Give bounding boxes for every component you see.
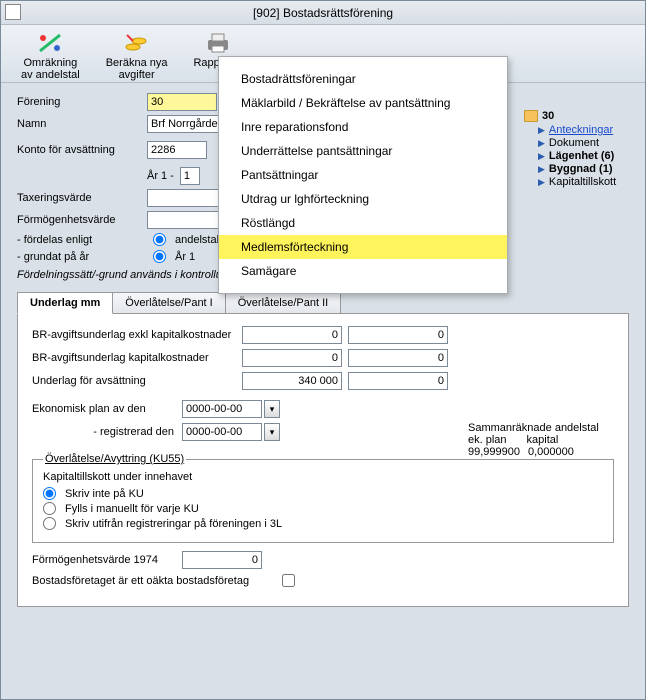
menu-item[interactable]: Utdrag ur lghförteckning [219,187,507,211]
ku55-legend: Överlåtelse/Avyttring (KU55) [43,453,186,465]
money-icon [123,31,151,55]
menu-item[interactable]: Inre reparationsfond [219,115,507,139]
percent-icon [36,31,64,55]
chevron-right-icon: ▶ [538,138,545,149]
radio-ar1[interactable] [153,250,166,263]
konto-input[interactable] [147,141,207,159]
underlag-b[interactable] [348,372,448,390]
titlebar: [902] Bostadsrättsförening [1,1,645,25]
tab-pant2[interactable]: Överlåtelse/Pant II [225,292,342,314]
menu-item[interactable]: Samägare [219,259,507,283]
tree-item-label[interactable]: Anteckningar [549,124,613,136]
tree-item[interactable]: ▶ Dokument [538,137,634,149]
date-ekplan[interactable] [182,400,262,418]
date-ekplan-dropdown[interactable]: ▾ [264,400,280,418]
label-bravg-exkl: BR-avgiftsunderlag exkl kapitalkostnader [32,329,242,341]
label-ar1: År 1 - [147,170,174,182]
chevron-right-icon: ▶ [538,164,545,175]
summary-val1: 99,999900 [468,446,520,458]
menu-item[interactable]: Medlemsförteckning [219,235,507,259]
label-bravg-kap: BR-avgiftsunderlag kapitalkostnader [32,352,242,364]
recalc-shares-button[interactable]: Omräkning av andelstal [17,29,84,83]
label-underlag: Underlag för avsättning [32,375,242,387]
window-sys-icon[interactable] [5,4,21,20]
label-forening: Förening [17,96,147,108]
tool-label: av andelstal [21,69,80,81]
label-namn: Namn [17,118,147,130]
menu-item[interactable]: Underrättelse pantsättningar [219,139,507,163]
radio-ku-manual[interactable] [43,502,56,515]
tab-underlag[interactable]: Underlag mm [17,292,113,314]
radio-andelstal[interactable] [153,233,166,246]
tree-item[interactable]: ▶ Anteckningar [538,124,634,136]
summary-col2: kapital [527,434,559,446]
tree-item[interactable]: ▶ Lägenhet (6) [538,150,634,162]
opt-andelstal: andelstal [175,234,219,246]
tree-item-label[interactable]: Byggnad (1) [549,163,613,175]
summary-head: Sammanräknade andelstal [468,422,618,434]
underlag-a[interactable] [242,372,342,390]
recalc-fees-button[interactable]: Beräkna nya avgifter [102,29,172,83]
summary-block: Sammanräknade andelstal ek. plan kapital… [468,422,618,458]
checkbox-oakta[interactable] [282,574,295,587]
kap-head: Kapitaltillskott under innehavet [43,471,603,483]
tab-pant1[interactable]: Överlåtelse/Pant I [112,292,225,314]
label-tax: Taxeringsvärde [17,192,147,204]
tree-item-label[interactable]: Dokument [549,137,599,149]
tool-label: Omräkning [23,57,77,69]
label-form74: Förmögenhetsvärde 1974 [32,554,182,566]
radio-ku-3l[interactable] [43,517,56,530]
bravg-exkl-b[interactable] [348,326,448,344]
date-reg-dropdown[interactable]: ▾ [264,423,280,441]
folder-icon [524,110,538,122]
menu-item[interactable]: Röstlängd [219,211,507,235]
radio-ku-skip[interactable] [43,487,56,500]
form74-input[interactable] [182,551,262,569]
menu-item[interactable]: Bostadrättsföreningar [219,67,507,91]
label-fordelas: - fördelas enligt [17,234,147,246]
label-grundat: - grundat på år [17,251,147,263]
bravg-exkl-a[interactable] [242,326,342,344]
tab-strip: Underlag mm Överlåtelse/Pant I Överlåtel… [17,291,629,313]
reports-menu: BostadrättsföreningarMäklarbild / Bekräf… [218,56,508,294]
nav-tree: 30 ▶ Anteckningar ▶ Dokument ▶ Lägenhet (6) ▶ B… [524,110,634,189]
tree-item[interactable]: ▶ Kapitaltillskott [538,176,634,188]
ar1-input[interactable] [180,167,200,185]
chevron-right-icon: ▶ [538,125,545,136]
bravg-kap-a[interactable] [242,349,342,367]
menu-item[interactable]: Pantsättningar [219,163,507,187]
opt-ar1: År 1 [175,251,195,263]
tree-item-label[interactable]: Kapitaltillskott [549,176,616,188]
tree-item-label[interactable]: Lägenhet (6) [549,150,614,162]
tree-root-label[interactable]: 30 [542,110,554,122]
tool-label: avgifter [119,69,155,81]
summary-col1: ek. plan [468,434,507,446]
label-ekplan: Ekonomisk plan av den [32,403,182,415]
tree-item[interactable]: ▶ Byggnad (1) [538,163,634,175]
window-title: [902] Bostadsrättsförening [253,6,393,20]
menu-item[interactable]: Mäklarbild / Bekräftelse av pantsättning [219,91,507,115]
label-konto: Konto för avsättning [17,144,147,156]
bravg-kap-b[interactable] [348,349,448,367]
label-formogen: Förmögenhetsvärde [17,214,147,226]
printer-icon [204,31,232,55]
chevron-right-icon: ▶ [538,151,545,162]
opt-ku-3l: Skriv utifrån registreringar på förening… [65,518,282,530]
label-registrerad: - registrerad den [32,426,182,438]
forening-input[interactable] [147,93,217,111]
ku55-fieldset: Överlåtelse/Avyttring (KU55) Kapitaltill… [32,453,614,543]
date-reg[interactable] [182,423,262,441]
summary-val2: 0,000000 [528,446,574,458]
tab-body: BR-avgiftsunderlag exkl kapitalkostnader… [17,313,629,607]
label-oakta: Bostadsföretaget är ett oäkta bostadsför… [32,575,282,587]
opt-ku-skip: Skriv inte på KU [65,488,144,500]
tool-label: Beräkna nya [106,57,168,69]
chevron-right-icon: ▶ [538,177,545,188]
opt-ku-manual: Fylls i manuellt för varje KU [65,503,199,515]
